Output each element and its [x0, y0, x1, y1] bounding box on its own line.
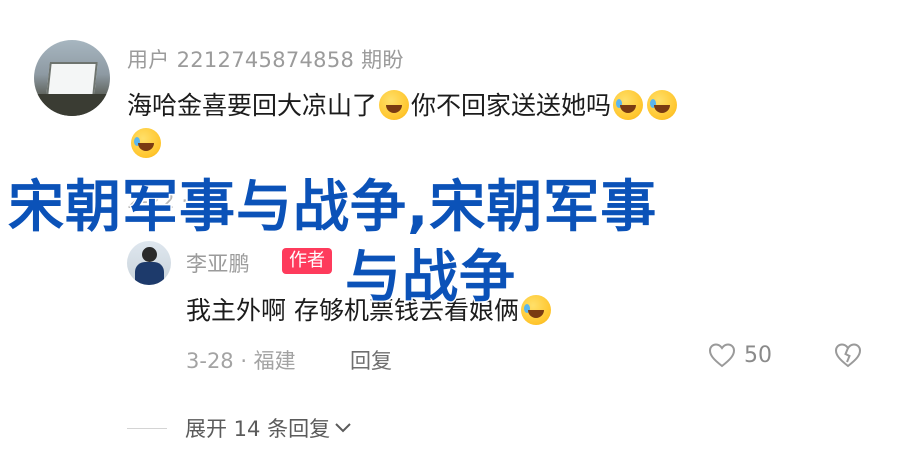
grin-emoji-icon: [379, 90, 410, 120]
avatar-image-screen: [46, 62, 98, 96]
overlay-title-line2: 与战争: [344, 244, 517, 312]
broken-heart-icon: [834, 343, 862, 368]
laugh-cry-emoji-icon: [647, 90, 678, 120]
author-badge: 作者: [282, 248, 332, 274]
avatar[interactable]: [34, 40, 110, 116]
comment-text-part2: 你不回家送送她吗: [411, 91, 612, 120]
expand-replies-button[interactable]: 展开 14 条回复: [185, 413, 352, 443]
dislike-button[interactable]: [834, 342, 862, 368]
comment-username[interactable]: 用户 2212745874858 期盼: [127, 44, 404, 74]
avatar-image-body: [135, 262, 164, 285]
laugh-cry-emoji-icon: [131, 128, 161, 158]
comment-text-part1: 海哈金喜要回大凉山了: [127, 91, 378, 120]
comment-date-location: 3-28 · 福建: [186, 349, 296, 373]
overlay-title-line1: 宋朝军事与战争,宋朝军事: [6, 174, 658, 242]
comment-username[interactable]: 李亚鹏: [186, 248, 250, 278]
like-count: 50: [744, 342, 772, 368]
heart-icon: [708, 343, 736, 368]
comment-text: 海哈金喜要回大凉山了 你不回家送送她吗: [127, 86, 679, 122]
laugh-cry-emoji-icon: [613, 90, 644, 120]
avatar-image-ground: [34, 94, 110, 116]
laugh-cry-emoji-icon: [520, 295, 551, 325]
reply-button[interactable]: 回复: [350, 345, 392, 375]
avatar[interactable]: [127, 241, 171, 285]
avatar-image-head: [142, 247, 157, 262]
expand-replies-label: 展开 14 条回复: [185, 417, 331, 441]
like-button[interactable]: 50: [708, 342, 772, 368]
chevron-down-icon: [335, 423, 351, 433]
comment-text-emoji-line: [129, 128, 163, 158]
divider: [127, 428, 167, 429]
